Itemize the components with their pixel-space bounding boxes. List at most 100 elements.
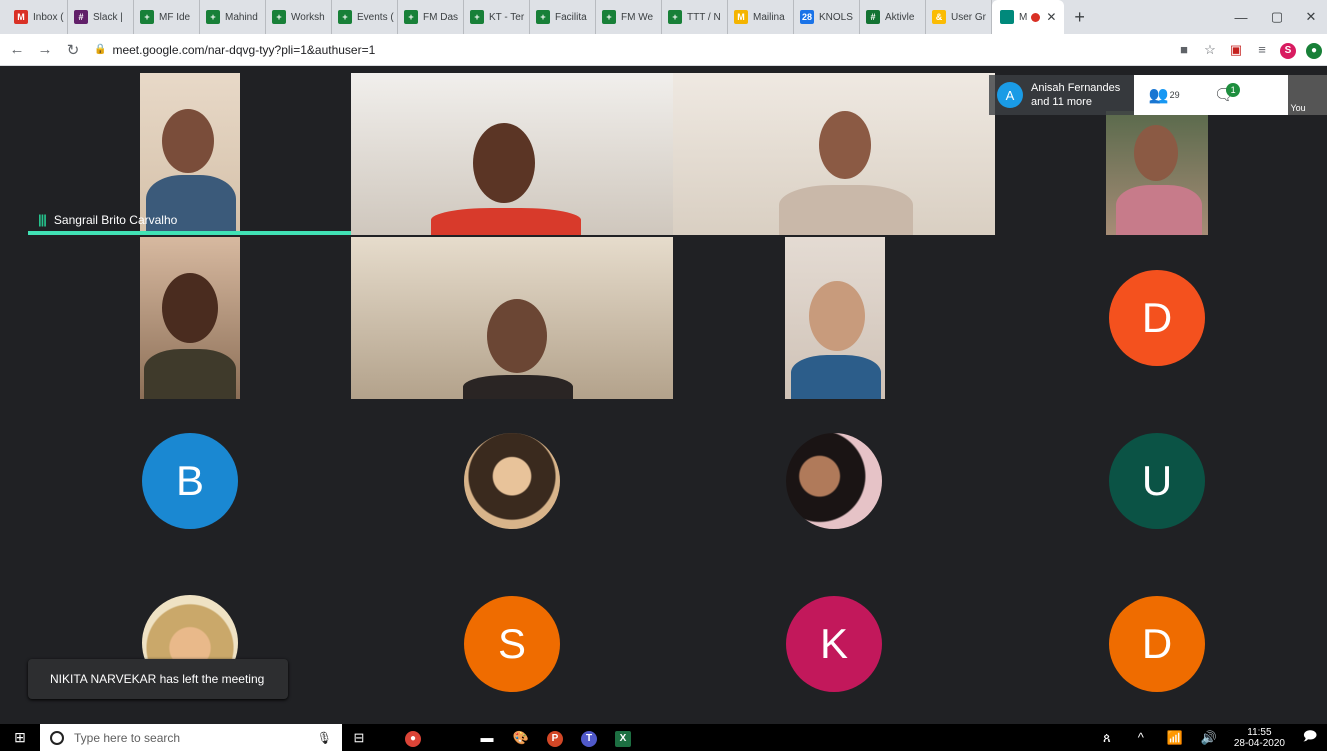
paint-icon[interactable]: 🎨 — [504, 730, 538, 746]
tab-label: Worksh — [291, 11, 325, 23]
camera-icon[interactable]: ■ — [1171, 42, 1197, 57]
tab-label: Mahind — [225, 11, 258, 23]
network-icon[interactable]: 📶 — [1158, 730, 1192, 746]
lock-icon: 🔒 — [94, 44, 107, 55]
tab-label: Inbox ( — [33, 11, 64, 23]
url-field[interactable]: 🔒 meet.google.com/nar-dqvg-tyy?pli=1&aut… — [94, 38, 1171, 62]
sheets-icon: + — [272, 10, 286, 24]
active-speaker-indicator — [28, 231, 351, 235]
new-tab-button[interactable]: + — [1074, 7, 1085, 28]
mail-icon: M — [734, 10, 748, 24]
tab-14[interactable]: & User Gr — [926, 0, 992, 34]
tab-3[interactable]: + Mahind — [200, 0, 266, 34]
tab-label: User Gr — [951, 11, 986, 23]
video-tile-3 — [673, 73, 995, 235]
file-explorer-icon[interactable]: ▬ — [470, 730, 504, 745]
calendar-icon: 28 — [800, 10, 814, 24]
users-icon: & — [932, 10, 946, 24]
excel-icon[interactable]: X — [606, 729, 640, 747]
participants-button[interactable]: 👥 29 — [1134, 85, 1194, 105]
active-speaker-label: ||| Sangrail Brito Carvalho — [38, 212, 178, 227]
tab-label: MF Ide — [159, 11, 191, 23]
tab-7[interactable]: + KT - Ter — [464, 0, 530, 34]
tab-1[interactable]: # Slack | — [68, 0, 134, 34]
address-bar: ← → ↻ 🔒 meet.google.com/nar-dqvg-tyy?pli… — [0, 34, 1327, 66]
maximize-button[interactable]: ▢ — [1259, 0, 1295, 34]
close-window-button[interactable]: ✕ — [1293, 0, 1327, 34]
teams-icon[interactable]: T — [572, 729, 606, 747]
tab-label: Mailina — [753, 11, 785, 23]
sheets-icon: + — [338, 10, 352, 24]
close-tab-icon[interactable]: ✕ — [1046, 10, 1056, 24]
profile-avatar[interactable]: S — [1275, 41, 1301, 59]
chat-badge: 1 — [1226, 83, 1241, 97]
chat-button[interactable]: 🗨 1 — [1194, 83, 1254, 105]
back-button[interactable]: ← — [6, 41, 28, 58]
action-center-icon[interactable]: 🗩 — [1293, 727, 1327, 749]
video-tile-6 — [351, 237, 673, 399]
notification-toast: NIKITA NARVEKAR has left the meeting — [28, 659, 288, 699]
task-view-icon[interactable]: ⊟ — [342, 730, 376, 746]
tab-6[interactable]: + FM Das — [398, 0, 464, 34]
start-windows-icon[interactable]: ⊞ — [0, 729, 40, 746]
bookmark-star-icon[interactable]: ☆ — [1197, 42, 1223, 58]
browser-tab-strip: M Inbox (# Slack | + MF Ide + Mahind + Worksh + E… — [0, 0, 1327, 34]
participant-avatar-a: A — [997, 82, 1023, 108]
video-tile-5 — [140, 237, 240, 399]
self-view-tile[interactable]: You — [1288, 75, 1327, 115]
tab-4[interactable]: + Worksh — [266, 0, 332, 34]
participant-photo-2 — [786, 433, 882, 529]
video-tile-2 — [351, 73, 673, 235]
tab-8[interactable]: + Facilita — [530, 0, 596, 34]
participant-avatar-b: B — [142, 433, 238, 529]
tab-2[interactable]: + MF Ide — [134, 0, 200, 34]
participant-photo-1 — [464, 433, 560, 529]
video-tile-4 — [1106, 111, 1208, 235]
tab-5[interactable]: + Events ( — [332, 0, 398, 34]
people-tray-icon[interactable]: ጰ — [1090, 730, 1124, 746]
tab-11[interactable]: M Mailina — [728, 0, 794, 34]
people-icon: 👥 — [1148, 87, 1169, 104]
participant-avatar-s: S — [464, 596, 560, 692]
sheets-icon: + — [206, 10, 220, 24]
video-tile-speaker — [140, 73, 240, 235]
other-participants-box[interactable]: A Anisah Fernandes and 11 more — [989, 75, 1135, 115]
participant-avatar-d2: D — [1109, 596, 1205, 692]
tab-10[interactable]: + TTT / N — [662, 0, 728, 34]
tab-label: FM Das — [423, 11, 458, 23]
system-tray: ጰ ^ 📶 🔊 11:55 28-04-2020 🗩 — [1090, 724, 1327, 751]
tab-0[interactable]: M Inbox ( — [8, 0, 68, 34]
participant-avatar-d1: D — [1109, 270, 1205, 366]
extension-green-icon[interactable]: ● — [1301, 41, 1327, 59]
meet-icon — [1000, 10, 1014, 24]
sheets-icon: + — [404, 10, 418, 24]
media-icon[interactable]: ≡ — [1249, 42, 1275, 57]
powerpoint-icon[interactable]: P — [538, 729, 572, 747]
show-hidden-icons[interactable]: ^ — [1124, 730, 1158, 745]
recording-icon — [1031, 12, 1041, 22]
tab-label: KT - Ter — [489, 11, 525, 23]
meet-top-panel: A Anisah Fernandes and 11 more 👥 29 🗨 1 Y… — [989, 75, 1327, 115]
minimize-button[interactable]: — — [1223, 0, 1259, 34]
meet-grid: ||| Sangrail Brito Carvalho D B U S K D … — [0, 67, 1327, 724]
microphone-icon[interactable]: 🎙 — [317, 731, 332, 745]
tab-label: Events ( — [357, 11, 394, 23]
tab-label: TTT / N — [687, 11, 721, 23]
forward-button[interactable]: → — [34, 41, 56, 58]
volume-icon[interactable]: 🔊 — [1192, 730, 1226, 746]
tab-label: FM We — [621, 11, 654, 23]
taskbar-search-input[interactable]: Type here to search 🎙 — [40, 724, 342, 751]
tab-12[interactable]: 28 KNOLS — [794, 0, 860, 34]
tab-google-meet[interactable]: M ✕ — [992, 0, 1065, 34]
video-tile-7 — [785, 237, 885, 399]
chrome-icon[interactable]: ● — [396, 729, 430, 747]
windows-taskbar: ⊞ Type here to search 🎙 ⊟ ● ▬ 🎨 P T X ጰ … — [0, 724, 1327, 751]
clock[interactable]: 11:55 28-04-2020 — [1234, 727, 1285, 749]
tab-13[interactable]: # Aktivle — [860, 0, 926, 34]
audio-level-icon: ||| — [38, 212, 47, 227]
reload-button[interactable]: ↻ — [62, 41, 84, 59]
extension-icon[interactable]: ▣ — [1223, 42, 1249, 58]
sheets-icon: + — [140, 10, 154, 24]
tab-9[interactable]: + FM We — [596, 0, 662, 34]
sheets-icon: + — [668, 10, 682, 24]
